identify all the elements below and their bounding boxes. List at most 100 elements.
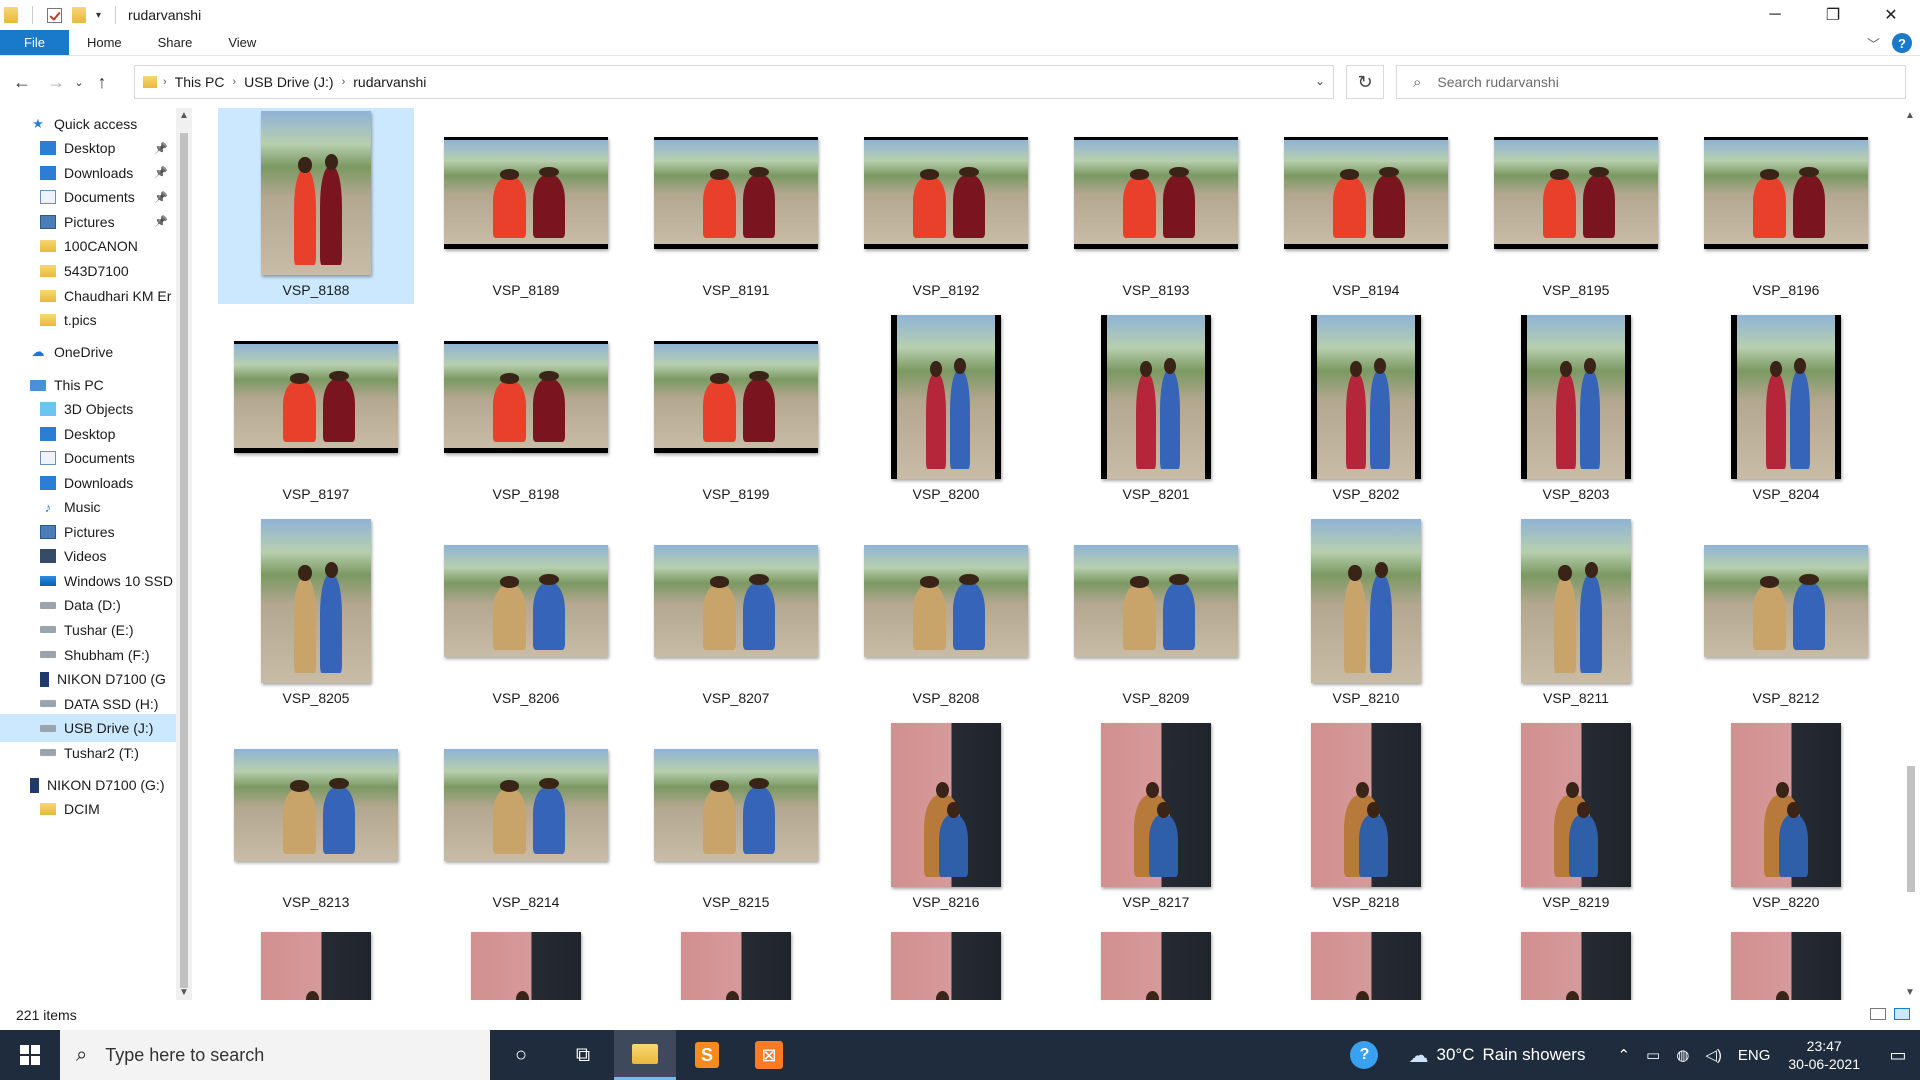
file-thumbnail[interactable] [218,924,414,1000]
breadcrumb-separator-icon[interactable]: › [342,76,346,88]
breadcrumb-rudarvanshi[interactable]: rudarvanshi [353,74,426,90]
file-thumbnail[interactable]: VSP_8220 [1688,720,1884,916]
file-thumbnail[interactable]: VSP_8194 [1268,108,1464,304]
search-input[interactable]: Search rudarvanshi [1437,74,1558,90]
scrollbar-thumb[interactable] [1907,766,1915,892]
file-thumbnail[interactable]: VSP_8210 [1268,516,1464,712]
minimize-button[interactable]: ─ [1746,0,1804,30]
file-thumbnail[interactable]: VSP_8203 [1478,312,1674,508]
tab-home[interactable]: Home [69,30,140,55]
sublime-text-taskbar-button[interactable]: S [676,1030,738,1080]
drive-icon [40,749,56,757]
properties-icon[interactable] [47,7,62,23]
start-button[interactable] [0,1030,60,1080]
maximize-button[interactable]: ❐ [1804,0,1862,30]
file-thumbnail[interactable] [1478,924,1674,1000]
file-thumbnail[interactable]: VSP_8204 [1688,312,1884,508]
battery-icon[interactable]: ▭ [1646,1046,1660,1064]
file-thumbnail[interactable]: VSP_8208 [848,516,1044,712]
network-icon[interactable]: ◍ [1676,1046,1689,1064]
file-thumbnail[interactable]: VSP_8193 [1058,108,1254,304]
new-folder-icon[interactable] [72,7,86,23]
refresh-icon[interactable]: ↻ [1346,65,1384,99]
file-thumbnail[interactable]: VSP_8216 [848,720,1044,916]
file-view-scrollbar[interactable]: ▲ ▼ [1902,108,1920,1000]
breadcrumb-separator-icon[interactable]: › [163,76,167,88]
file-thumbnail[interactable] [1688,924,1884,1000]
file-thumbnail[interactable]: VSP_8215 [638,720,834,916]
xampp-taskbar-button[interactable]: ⊠ [738,1030,800,1080]
customize-toolbar-chevron-icon[interactable]: ▾ [96,10,101,21]
address-bar[interactable]: › This PC › USB Drive (J:) › rudarvanshi… [134,65,1334,99]
file-thumbnail[interactable]: VSP_8201 [1058,312,1254,508]
file-thumbnail[interactable]: VSP_8213 [218,720,414,916]
scroll-up-icon[interactable]: ▲ [176,110,192,121]
file-thumbnail[interactable]: VSP_8195 [1478,108,1674,304]
expand-ribbon-chevron-icon[interactable]: ﹀ [1867,34,1880,53]
scroll-down-icon[interactable]: ▼ [1902,987,1918,998]
search-box[interactable]: ⌕ Search rudarvanshi [1396,65,1906,99]
file-thumbnail[interactable]: VSP_8206 [428,516,624,712]
file-thumbnail[interactable] [1058,924,1254,1000]
navigation-scrollbar[interactable]: ▲ ▼ [176,108,192,1000]
large-icons-view-icon[interactable] [1894,1008,1910,1020]
recent-locations-chevron-icon[interactable]: ⌄ [70,66,88,98]
file-thumbnail[interactable]: VSP_8196 [1688,108,1884,304]
nav-onedrive[interactable]: ☁ OneDrive [0,338,176,366]
address-history-chevron-icon[interactable]: ⌄ [1315,74,1325,88]
forward-arrow-icon[interactable]: → [42,66,70,98]
file-thumbnail[interactable]: VSP_8202 [1268,312,1464,508]
scroll-down-icon[interactable]: ▼ [176,987,192,998]
file-thumbnail[interactable] [428,924,624,1000]
file-thumbnail[interactable]: VSP_8192 [848,108,1044,304]
file-thumbnail[interactable]: VSP_8211 [1478,516,1674,712]
nav-item-label: Downloads [64,164,134,181]
help-icon[interactable]: ? [1892,33,1912,53]
nav-pc-item[interactable]: Tushar2 (T:) [0,739,176,767]
file-thumbnail[interactable]: VSP_8198 [428,312,624,508]
file-thumbnail[interactable]: VSP_8199 [638,312,834,508]
nav-quick-item[interactable]: t.pics [0,306,176,334]
taskbar-search-input[interactable]: Type here to search [105,1045,264,1066]
file-thumbnail[interactable]: VSP_8217 [1058,720,1254,916]
file-thumbnail[interactable]: VSP_8219 [1478,720,1674,916]
tab-file[interactable]: File [0,30,69,55]
nav-dcim-folder[interactable]: DCIM [0,795,176,823]
scroll-up-icon[interactable]: ▲ [1902,110,1918,121]
breadcrumb-usb-drive[interactable]: USB Drive (J:) [244,74,333,90]
details-view-icon[interactable] [1870,1008,1886,1020]
file-thumbnail[interactable]: VSP_8209 [1058,516,1254,712]
cortana-button[interactable]: ○ [490,1030,552,1080]
file-explorer-taskbar-button[interactable] [614,1030,676,1080]
show-hidden-icons-chevron-icon[interactable]: ⌃ [1617,1046,1630,1064]
tab-share[interactable]: Share [140,30,211,55]
file-thumbnail[interactable]: VSP_8212 [1688,516,1884,712]
taskbar-search[interactable]: ⌕ Type here to search [60,1030,490,1080]
up-arrow-icon[interactable]: ↑ [88,66,116,98]
file-thumbnail[interactable]: VSP_8197 [218,312,414,508]
file-thumbnail[interactable]: VSP_8207 [638,516,834,712]
file-thumbnail[interactable] [638,924,834,1000]
breadcrumb-this-pc[interactable]: This PC [175,74,225,90]
scrollbar-thumb[interactable] [180,133,188,988]
file-thumbnail[interactable] [848,924,1044,1000]
clock[interactable]: 23:47 30-06-2021 [1788,1037,1860,1073]
close-button[interactable]: ✕ [1862,0,1920,30]
breadcrumb-separator-icon[interactable]: › [232,76,236,88]
file-thumbnail[interactable]: VSP_8200 [848,312,1044,508]
file-thumbnail[interactable]: VSP_8189 [428,108,624,304]
file-thumbnail[interactable]: VSP_8218 [1268,720,1464,916]
volume-icon[interactable]: ◁) [1705,1046,1722,1064]
file-thumbnail[interactable]: VSP_8214 [428,720,624,916]
file-thumbnail[interactable]: VSP_8205 [218,516,414,712]
input-language[interactable]: ENG [1738,1047,1771,1064]
tab-view[interactable]: View [210,30,274,55]
file-thumbnail[interactable]: VSP_8191 [638,108,834,304]
file-thumbnail[interactable] [1268,924,1464,1000]
back-arrow-icon[interactable]: ← [8,66,36,98]
task-view-button[interactable]: ⧉ [552,1030,614,1080]
weather-widget[interactable]: ☁ 30°C Rain showers [1408,1043,1585,1068]
file-thumbnail[interactable]: VSP_8188 [218,108,414,304]
get-help-icon[interactable]: ? [1350,1041,1379,1069]
notifications-icon[interactable]: ▭ [1876,1045,1920,1066]
